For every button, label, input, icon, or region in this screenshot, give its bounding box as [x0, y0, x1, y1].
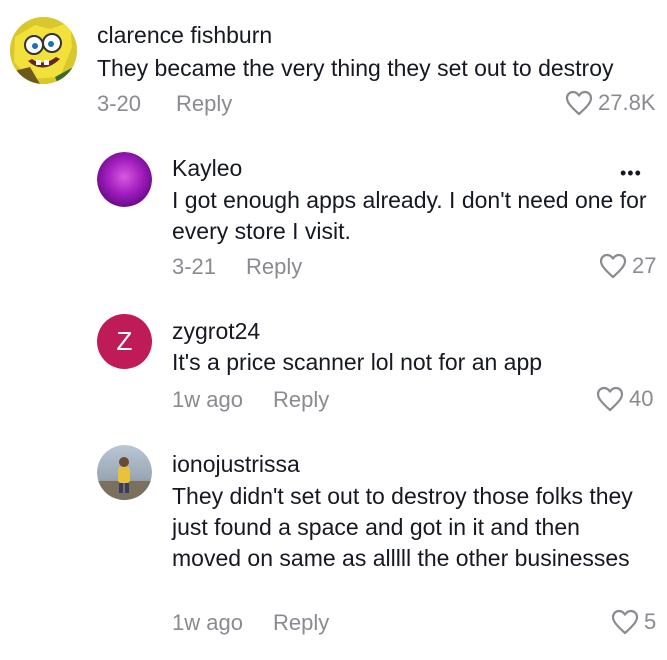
comment-item: Kayleo ••• I got enough apps already. I … [0, 140, 667, 290]
person-photo-avatar-icon [97, 445, 152, 500]
reply-button[interactable]: Reply [273, 610, 329, 636]
like-count: 27 [632, 253, 657, 278]
comment-date: 1w ago [172, 387, 243, 412]
avatar[interactable] [97, 445, 152, 500]
comment-text: I got enough apps already. I don't need … [172, 187, 647, 244]
like-count: 40 [629, 386, 654, 411]
avatar[interactable]: Z [97, 314, 152, 369]
heart-icon [565, 90, 593, 116]
like-button[interactable]: 5 [611, 609, 656, 635]
comment-date: 3-21 [172, 254, 217, 279]
comment-date: 1w ago [172, 610, 243, 635]
like-button[interactable]: 27 [599, 253, 656, 279]
avatar-letter: Z [116, 326, 133, 356]
heart-icon [611, 609, 639, 635]
comment-username[interactable]: clarence fishburn [97, 22, 272, 49]
reply-button[interactable]: Reply [246, 254, 302, 280]
comment-item: ionojustrissa They didn't set out to des… [0, 440, 667, 660]
comment-text: It's a price scanner lol not for an app [172, 349, 543, 375]
like-button[interactable]: 40 [596, 386, 653, 412]
heart-icon [599, 253, 627, 279]
avatar[interactable] [10, 17, 77, 84]
purple-gradient-avatar-icon [97, 152, 152, 207]
comment-item: Z zygrot24 It's a price scanner lol not … [0, 300, 667, 430]
reply-button[interactable]: Reply [176, 91, 232, 117]
reply-button[interactable]: Reply [273, 387, 329, 413]
comment-username[interactable]: ionojustrissa [172, 451, 300, 478]
heart-icon [596, 386, 624, 412]
comment-item: clarence fishburn They became the very t… [0, 0, 667, 130]
comment-text: They became the very thing they set out … [97, 55, 614, 81]
more-options-button[interactable]: ••• [620, 164, 642, 182]
comment-username[interactable]: zygrot24 [172, 318, 260, 345]
like-count: 27.8K [598, 90, 656, 115]
comment-username[interactable]: Kayleo [172, 155, 242, 182]
like-button[interactable]: 27.8K [565, 90, 656, 116]
comment-text: They didn't set out to destroy those fol… [172, 483, 633, 571]
spongebob-avatar-icon [10, 17, 77, 84]
avatar[interactable] [97, 152, 152, 207]
comment-date: 3-20 [97, 91, 142, 116]
like-count: 5 [644, 609, 657, 634]
